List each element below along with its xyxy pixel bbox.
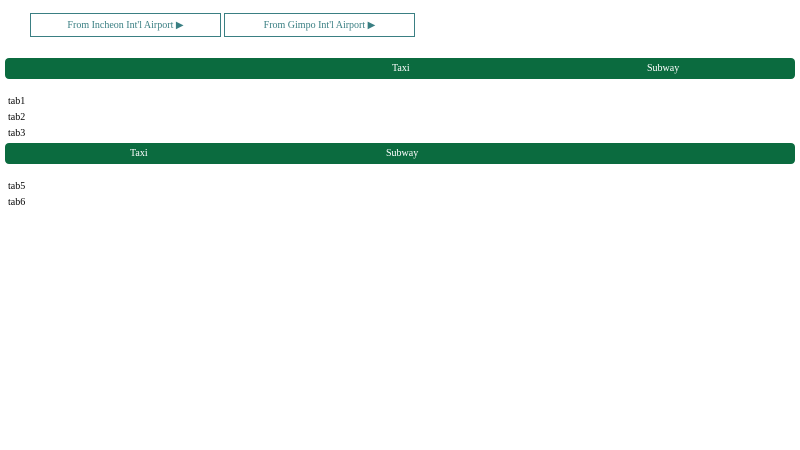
gimpo-airport-button[interactable]: From Gimpo Int'l Airport ▶	[224, 13, 415, 37]
incheon-airport-button[interactable]: From Incheon Int'l Airport ▶	[30, 13, 221, 37]
gimpo-airport-button-label: From Gimpo Int'l Airport ▶	[263, 19, 376, 31]
list-item[interactable]: tab1	[8, 94, 25, 110]
list-item[interactable]: tab2	[8, 110, 25, 126]
list-item[interactable]: tab5	[8, 179, 25, 195]
transport-tab-bar-1: Taxi Subway	[5, 58, 795, 79]
incheon-airport-button-label: From Incheon Int'l Airport ▶	[67, 19, 184, 31]
tab-list-2: tab5 tab6	[8, 179, 25, 211]
tab-taxi-2[interactable]: Taxi	[130, 143, 148, 164]
list-item[interactable]: tab3	[8, 126, 25, 142]
transport-tab-bar-2: Taxi Subway	[5, 143, 795, 164]
tab-subway-2[interactable]: Subway	[386, 143, 418, 164]
list-item[interactable]: tab6	[8, 195, 25, 211]
tab-subway-1[interactable]: Subway	[647, 58, 679, 79]
tab-taxi-1[interactable]: Taxi	[392, 58, 410, 79]
tab-list-1: tab1 tab2 tab3	[8, 94, 25, 142]
